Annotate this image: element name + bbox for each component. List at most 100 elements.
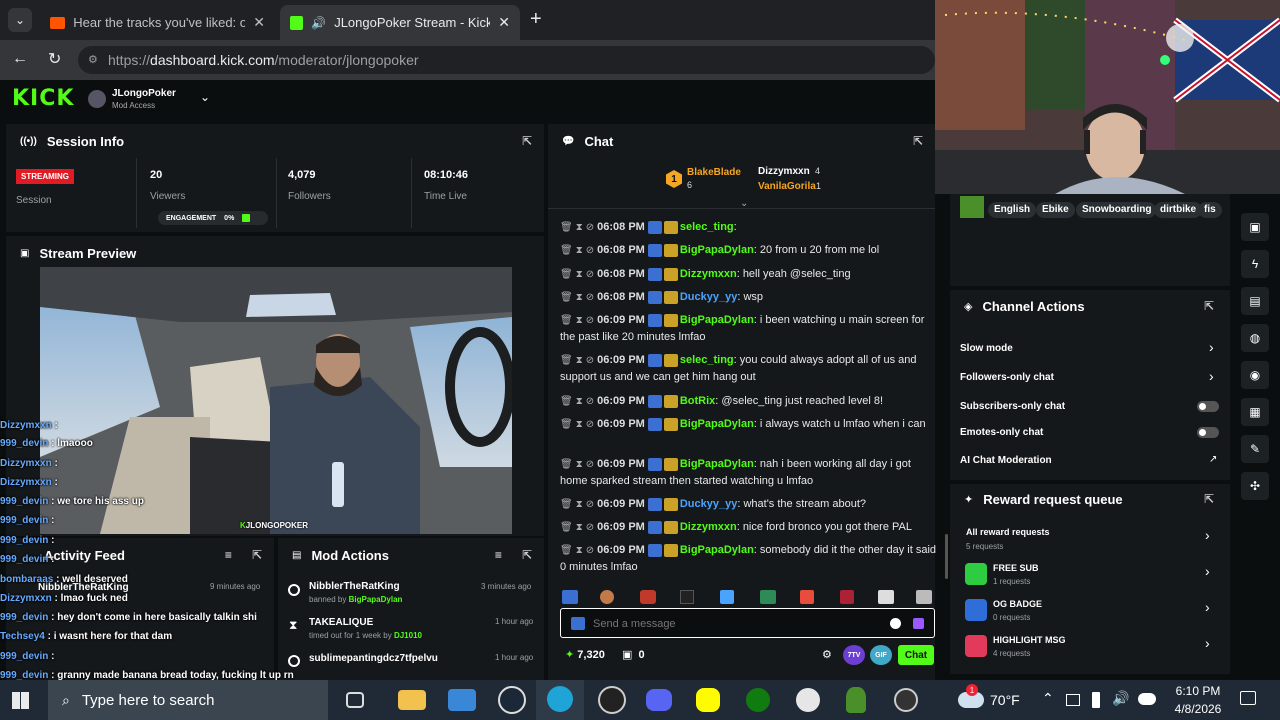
filter-icon[interactable]: ≡: [225, 548, 232, 562]
close-icon[interactable]: ✕: [498, 14, 510, 31]
obs-icon[interactable]: [598, 686, 626, 714]
task-view-icon[interactable]: [346, 692, 364, 708]
tag-pill[interactable]: English: [988, 202, 1037, 218]
all-rewards-label[interactable]: All reward requests: [966, 527, 1050, 537]
tab-soundcloud[interactable]: Hear the tracks you've liked: on Sou ✕: [40, 5, 275, 40]
url-input[interactable]: ⚙ https://dashboard.kick.com/moderator/j…: [78, 46, 935, 74]
discord-icon[interactable]: [646, 689, 672, 711]
action-emotes-only[interactable]: Emotes-only chat: [960, 427, 1043, 438]
xbox-icon[interactable]: [746, 688, 770, 712]
ban-icon[interactable]: ⊘: [586, 419, 594, 430]
timeout-icon[interactable]: ⧗: [576, 245, 583, 256]
tag-pill[interactable]: dirtbike: [1154, 202, 1203, 218]
delete-icon[interactable]: 🗑: [560, 459, 573, 470]
emote-icon[interactable]: [562, 590, 578, 604]
delete-icon[interactable]: 🗑: [560, 396, 573, 407]
ban-icon[interactable]: ⊘: [586, 545, 594, 556]
send-chat-button[interactable]: Chat: [898, 645, 934, 665]
action-followers-only[interactable]: Followers-only chat: [960, 372, 1054, 383]
battery-icon[interactable]: [1092, 692, 1100, 708]
sidebar-mod-button[interactable]: ▦: [1241, 398, 1269, 426]
delete-icon[interactable]: 🗑: [560, 245, 573, 256]
timeout-icon[interactable]: ⧗: [576, 522, 583, 533]
sidebar-broadcast-button[interactable]: ◉: [1241, 361, 1269, 389]
delete-icon[interactable]: 🗑: [560, 315, 573, 326]
sidebar-extensions-button[interactable]: ✣: [1241, 472, 1269, 500]
action-ai-moderation[interactable]: AI Chat Moderation: [960, 455, 1052, 466]
delete-icon[interactable]: 🗑: [560, 545, 573, 556]
file-explorer-icon[interactable]: [398, 690, 426, 710]
delete-icon[interactable]: 🗑: [560, 419, 573, 430]
app-icon[interactable]: [796, 688, 820, 712]
popout-icon[interactable]: ⇱: [1204, 299, 1214, 313]
chat-scrollbar[interactable]: [945, 534, 948, 579]
stream-video[interactable]: KJLONGOPOKER: [40, 267, 512, 534]
tray-icon[interactable]: [1066, 694, 1080, 706]
chat-username[interactable]: BigPapaDylan: [680, 458, 754, 470]
ban-icon[interactable]: ⊘: [586, 269, 594, 280]
delete-icon[interactable]: 🗑: [560, 269, 573, 280]
emote-icon[interactable]: [600, 590, 614, 604]
chevron-down-icon[interactable]: ⌄: [200, 90, 210, 104]
chevron-right-icon[interactable]: ›: [1209, 339, 1214, 355]
chat-username[interactable]: Dizzymxxn: [680, 521, 737, 533]
emote-icon[interactable]: [720, 590, 734, 604]
ban-icon[interactable]: ⊘: [586, 396, 594, 407]
close-icon[interactable]: ✕: [253, 14, 265, 31]
ban-icon[interactable]: ⊘: [586, 459, 594, 470]
subscribers-only-toggle[interactable]: [1197, 401, 1219, 412]
tab-search-icon[interactable]: ⌄: [8, 8, 32, 32]
emoji-icon[interactable]: [890, 618, 901, 629]
action-subscribers-only[interactable]: Subscribers-only chat: [960, 401, 1065, 412]
chevron-right-icon[interactable]: ›: [1205, 599, 1210, 615]
windows-start-icon[interactable]: [12, 692, 29, 709]
recorder-icon[interactable]: [894, 688, 918, 712]
timeout-icon[interactable]: ⧗: [576, 292, 583, 303]
gift-icon[interactable]: [913, 618, 924, 629]
popout-icon[interactable]: ⇱: [252, 548, 262, 562]
timeout-icon[interactable]: ⧗: [576, 396, 583, 407]
emotes-only-toggle[interactable]: [1197, 427, 1219, 438]
ban-icon[interactable]: ⊘: [586, 355, 594, 366]
emote-icon[interactable]: [680, 590, 694, 604]
clock-time[interactable]: 6:10 PM: [1168, 684, 1228, 698]
chat-username[interactable]: BigPapaDylan: [680, 244, 754, 256]
tag-pill[interactable]: fis: [1198, 202, 1222, 218]
timeout-icon[interactable]: ⧗: [576, 545, 583, 556]
points-display[interactable]: ✦ 7,320: [565, 648, 605, 661]
reward-name[interactable]: HIGHLIGHT MSG: [993, 635, 1066, 645]
delete-icon[interactable]: 🗑: [560, 222, 573, 233]
tray-chevron-icon[interactable]: ⌃: [1042, 690, 1054, 707]
sidebar-tools-button[interactable]: ✎: [1241, 435, 1269, 463]
chat-username[interactable]: selec_ting: [680, 221, 734, 233]
sidebar-quick-actions-button[interactable]: ϟ: [1241, 250, 1269, 278]
new-tab-button[interactable]: +: [530, 8, 542, 31]
ban-icon[interactable]: ⊘: [586, 522, 594, 533]
popout-icon[interactable]: ⇱: [522, 134, 532, 148]
reward-name[interactable]: FREE SUB: [993, 563, 1039, 573]
chat-username[interactable]: BigPapaDylan: [680, 314, 754, 326]
sidebar-layout-button[interactable]: ▣: [1241, 213, 1269, 241]
ban-icon[interactable]: ⊘: [586, 499, 594, 510]
back-icon[interactable]: ←: [12, 50, 28, 68]
taskbar-search-box[interactable]: ⌕ Type here to search: [48, 680, 328, 720]
steam-icon[interactable]: [498, 686, 526, 714]
chat-username[interactable]: Dizzymxxn: [680, 268, 737, 280]
chevron-right-icon[interactable]: ›: [1209, 368, 1214, 384]
emote-icon[interactable]: [800, 590, 814, 604]
timeout-icon[interactable]: ⧗: [576, 315, 583, 326]
timeout-icon[interactable]: ⧗: [576, 419, 583, 430]
action-slow-mode[interactable]: Slow mode: [960, 343, 1013, 354]
site-info-icon[interactable]: ⚙: [88, 53, 98, 66]
timeout-icon[interactable]: ⧗: [576, 222, 583, 233]
delete-icon[interactable]: 🗑: [560, 499, 573, 510]
reload-icon[interactable]: ↻: [48, 49, 61, 69]
gif-button[interactable]: GIF: [870, 645, 892, 665]
volume-icon[interactable]: 🔊: [1112, 690, 1129, 707]
sidebar-chat-button[interactable]: ◍: [1241, 324, 1269, 352]
chevron-right-icon[interactable]: ›: [1205, 635, 1210, 651]
popout-icon[interactable]: ⇱: [913, 134, 923, 148]
emote-icon[interactable]: [640, 590, 656, 604]
ban-icon[interactable]: ⊘: [586, 222, 594, 233]
chat-message-input[interactable]: [593, 615, 883, 633]
